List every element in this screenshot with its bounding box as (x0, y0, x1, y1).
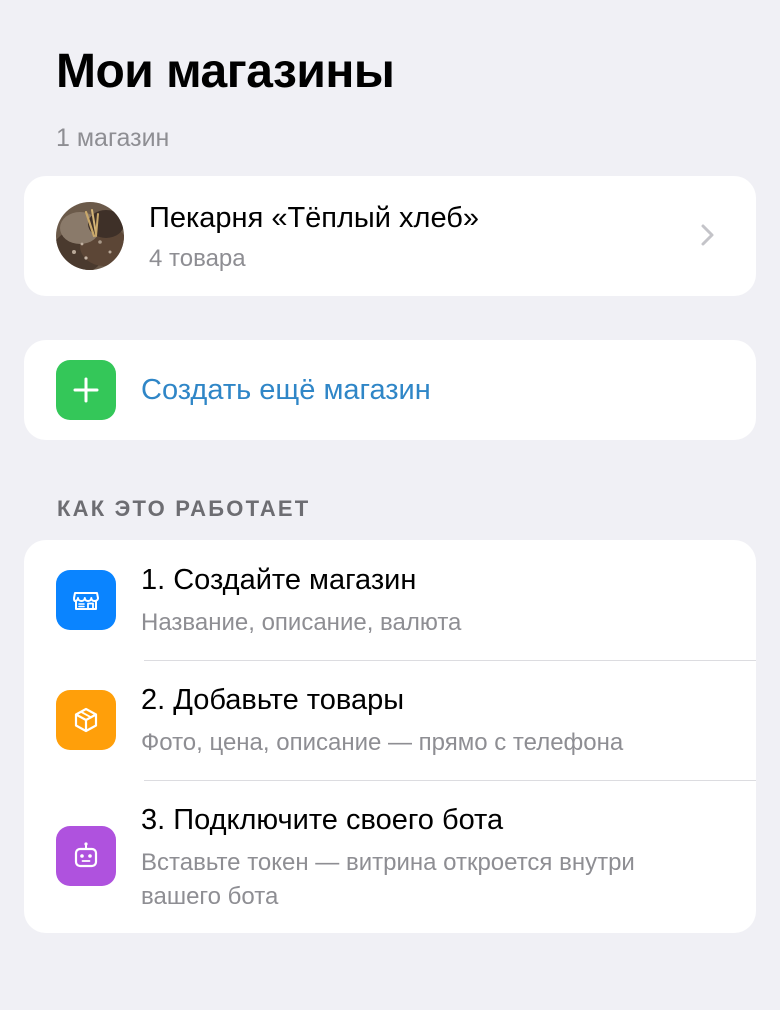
step-title: 3. Подключите своего бота (141, 804, 504, 836)
divider (144, 660, 756, 661)
shop-card[interactable]: Пекарня «Тёплый хлеб» 4 товара (24, 176, 756, 296)
how-it-works-card: 1. Создайте магазин Название, описание, … (24, 540, 756, 933)
shop-name: Пекарня «Тёплый хлеб» (149, 202, 479, 234)
step-title: 1. Создайте магазин (141, 564, 417, 596)
chevron-right-icon (698, 220, 718, 250)
shop-avatar (56, 202, 124, 270)
how-it-works-heading: КАК ЭТО РАБОТАЕТ (57, 496, 311, 521)
step-description: Название, описание, валюта (141, 609, 462, 636)
storefront-icon (56, 570, 116, 630)
create-shop-label: Создать ещё магазин (141, 374, 431, 406)
step-description: Вставьте токен — витрина откроется внутр… (141, 849, 635, 910)
plus-icon (56, 360, 116, 420)
shop-product-count: 4 товара (149, 245, 246, 272)
divider (144, 780, 756, 781)
robot-icon (56, 826, 116, 886)
shop-count-subtitle: 1 магазин (56, 124, 170, 152)
create-shop-button[interactable]: Создать ещё магазин (24, 340, 756, 440)
step-title: 2. Добавьте товары (141, 684, 405, 716)
step-description: Фото, цена, описание — прямо с телефона (141, 729, 624, 756)
box-icon (56, 690, 116, 750)
page-title: Мои магазины (56, 45, 395, 98)
